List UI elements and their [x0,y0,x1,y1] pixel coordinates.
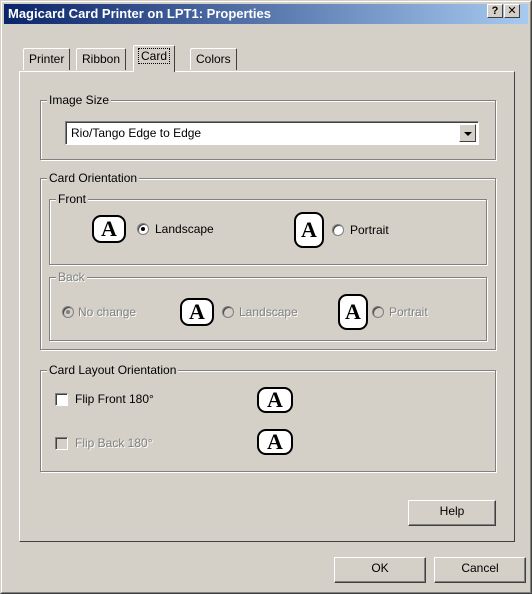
back-landscape-radio[interactable] [222,306,234,318]
window-title: Magicard Card Printer on LPT1: Propertie… [8,6,271,21]
card-orientation-group: Card Orientation Front A Landscape A Por… [40,171,496,350]
flip-front-label: Flip Front 180° [75,392,154,406]
front-portrait-label: Portrait [350,223,389,237]
tab-card[interactable]: Card [133,45,176,72]
front-landscape-radio[interactable] [137,223,149,235]
image-size-dropdown[interactable]: Rio/Tango Edge to Edge [65,121,479,145]
flip-front-checkbox[interactable] [55,393,68,406]
back-landscape-label: Landscape [239,305,298,319]
flip-back-a-icon: A [257,429,293,455]
tab-printer[interactable]: Printer [23,48,71,70]
tab-colors[interactable]: Colors [190,48,237,70]
portrait-a-icon: A [294,212,324,248]
tab-colors-label: Colors [196,52,231,66]
flip-back-label: Flip Back 180° [75,436,153,450]
title-bar: Magicard Card Printer on LPT1: Propertie… [4,4,528,24]
front-portrait-radio[interactable] [332,224,344,236]
card-layout-group: Card Layout Orientation Flip Front 180° … [40,363,496,472]
tab-ribbon-label: Ribbon [82,52,121,66]
cancel-button[interactable]: Cancel [434,557,526,583]
help-title-button[interactable]: ? [487,4,503,18]
back-legend: Back [56,270,87,284]
help-button[interactable]: Help [408,500,496,526]
tab-panel: Image Size Rio/Tango Edge to Edge Card O… [19,71,515,542]
front-landscape-label: Landscape [155,222,214,236]
image-size-legend: Image Size [47,93,112,107]
ok-button[interactable]: OK [334,557,426,583]
back-portrait-radio[interactable] [372,306,384,318]
front-legend: Front [56,192,89,206]
close-icon[interactable]: ✕ [504,4,520,18]
tab-printer-label: Printer [29,52,65,66]
image-size-value: Rio/Tango Edge to Edge [71,126,202,140]
front-group: Front A Landscape A Portrait [49,192,487,265]
tab-ribbon[interactable]: Ribbon [76,48,127,70]
image-size-group: Image Size Rio/Tango Edge to Edge [40,93,496,160]
back-portrait-label: Portrait [389,305,428,319]
back-group: Back No change A Landscape A Portrait [49,270,487,341]
card-orientation-legend: Card Orientation [47,171,140,185]
landscape-a-icon: A [92,215,126,243]
landscape-a-icon: A [180,298,214,326]
card-layout-legend: Card Layout Orientation [47,363,179,377]
back-no-change-radio[interactable] [62,306,74,318]
properties-dialog: Magicard Card Printer on LPT1: Propertie… [0,0,532,594]
back-no-change-label: No change [78,305,137,319]
chevron-down-icon[interactable] [459,124,476,142]
flip-back-checkbox[interactable] [55,437,68,450]
portrait-a-icon: A [338,294,368,330]
tab-card-label: Card [137,48,171,64]
flip-front-a-icon: A [257,387,293,413]
